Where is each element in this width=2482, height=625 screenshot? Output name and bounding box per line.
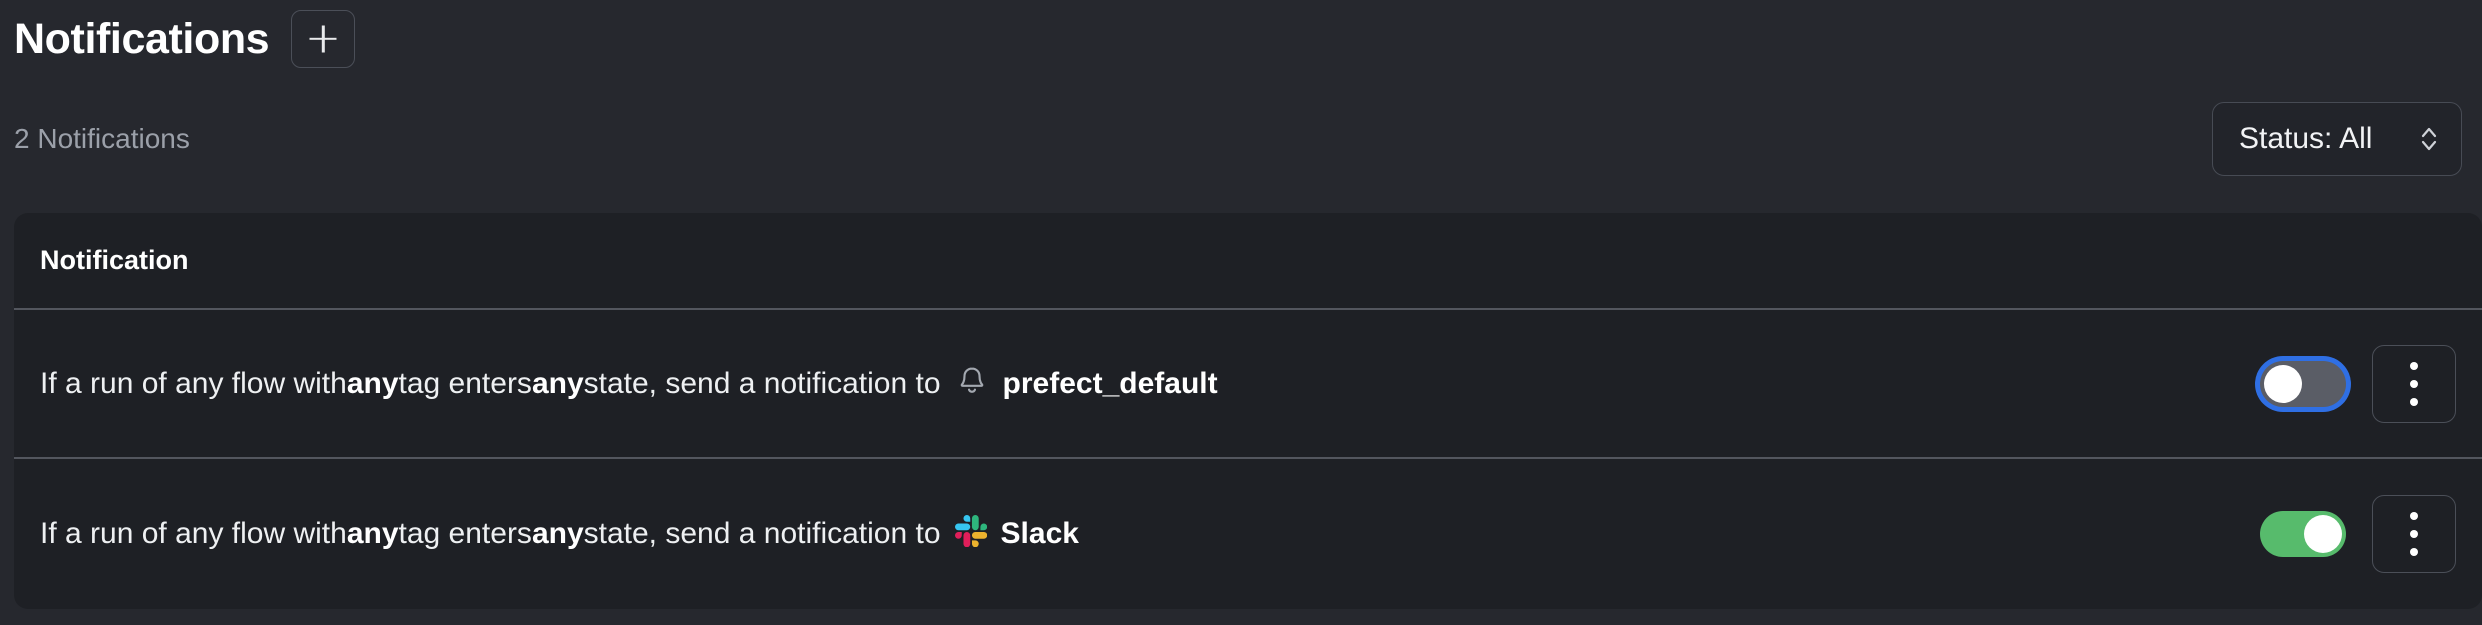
toggle-knob [2304, 514, 2342, 553]
chevron-up-down-icon [2419, 124, 2439, 154]
destination-name: Slack [1000, 516, 1079, 550]
notification-description: If a run of any flow with any tag enters… [40, 364, 1218, 404]
kebab-menu-icon-dot-3 [2410, 547, 2418, 556]
description-state-value: any [531, 366, 584, 400]
kebab-menu-icon-dot-1 [2410, 361, 2418, 370]
kebab-menu-icon-dot-2 [2410, 529, 2418, 538]
status-filter-label: Status: All [2239, 122, 2373, 155]
toggle-knob [2264, 364, 2302, 403]
row-controls [2260, 344, 2456, 423]
kebab-menu-icon-dot-1 [2410, 511, 2418, 520]
row-controls [2260, 494, 2456, 573]
description-suffix: state, send a notification to [583, 366, 941, 400]
description-state-value: any [531, 516, 584, 550]
description-suffix: state, send a notification to [583, 516, 941, 550]
kebab-menu-icon-dot-2 [2410, 379, 2418, 388]
notification-destination: prefect_default [955, 364, 1218, 404]
notification-destination: Slack [954, 514, 1079, 553]
description-tag-value: any [346, 366, 399, 400]
add-notification-button[interactable] [291, 10, 356, 68]
description-prefix: If a run of any flow with [40, 366, 347, 400]
slack-icon [954, 514, 987, 553]
notification-count: 2 Notifications [14, 123, 190, 154]
description-mid: tag enters [398, 516, 532, 550]
page-title: Notifications [14, 14, 270, 63]
destination-name: prefect_default [1002, 366, 1218, 400]
status-filter-dropdown[interactable]: Status: All [2212, 102, 2462, 176]
kebab-menu-icon-dot-3 [2410, 397, 2418, 406]
row-menu-button[interactable] [2372, 344, 2456, 423]
table-header-row: Notification [14, 213, 2482, 310]
notification-description: If a run of any flow with any tag enters… [40, 514, 1079, 553]
table-row: If a run of any flow with any tag enters… [14, 310, 2482, 459]
description-prefix: If a run of any flow with [40, 516, 347, 550]
page-header: Notifications [14, 0, 356, 78]
bell-icon [955, 364, 989, 404]
notification-enable-toggle[interactable] [2260, 510, 2346, 557]
description-mid: tag enters [398, 366, 532, 400]
description-tag-value: any [346, 516, 399, 550]
notification-enable-toggle[interactable] [2260, 360, 2346, 407]
notifications-page: Notifications 2 Notifications Status: Al… [0, 0, 2482, 625]
column-header-notification: Notification [40, 245, 189, 275]
plus-icon-horizontal [309, 37, 337, 41]
table-row: If a run of any flow with any tag enters… [14, 459, 2482, 608]
row-menu-button[interactable] [2372, 494, 2456, 573]
notifications-table: Notification If a run of any flow with a… [14, 213, 2482, 609]
subheader-bar: 2 Notifications Status: All [0, 100, 2482, 178]
